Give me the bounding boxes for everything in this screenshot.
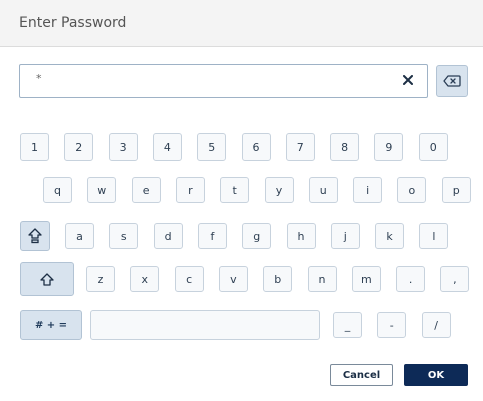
caps-lock-icon [28, 228, 42, 244]
ok-button-label: OK [427, 369, 445, 381]
key-a-7[interactable]: k [375, 223, 405, 249]
key-z-8[interactable]: , [440, 266, 470, 292]
key-q-2[interactable]: e [131, 177, 161, 203]
key-z-2[interactable]: c [174, 266, 204, 292]
key-a-5[interactable]: h [286, 223, 316, 249]
key-numbers-5[interactable]: 6 [241, 133, 271, 161]
key-a-1[interactable]: s [109, 223, 139, 249]
dialog-title: Enter Password [19, 15, 127, 31]
symbols-key-label: # + = [34, 319, 68, 331]
key-z-5[interactable]: n [307, 266, 337, 292]
key-a-4[interactable]: g [242, 223, 272, 249]
key-z-3[interactable]: v [218, 266, 248, 292]
key-z-6[interactable]: m [351, 266, 381, 292]
shift-key[interactable] [20, 262, 74, 296]
key-bottom-2[interactable]: / [421, 312, 451, 338]
backspace-icon [443, 75, 461, 87]
key-bottom-1[interactable]: - [377, 312, 407, 338]
key-bottom-0[interactable]: _ [333, 312, 362, 338]
key-q-3[interactable]: r [175, 177, 205, 203]
key-a-0[interactable]: a [65, 223, 94, 249]
key-q-7[interactable]: i [353, 177, 383, 203]
key-numbers-0[interactable]: 1 [20, 133, 49, 161]
key-numbers-3[interactable]: 4 [152, 133, 182, 161]
key-numbers-1[interactable]: 2 [64, 133, 94, 161]
key-z-0[interactable]: z [86, 266, 115, 292]
key-q-5[interactable]: y [264, 177, 294, 203]
key-q-4[interactable]: t [220, 177, 250, 203]
key-numbers-2[interactable]: 3 [108, 133, 138, 161]
key-q-8[interactable]: o [397, 177, 427, 203]
key-z-7[interactable]: . [396, 266, 426, 292]
backspace-button[interactable] [436, 65, 468, 97]
ok-button[interactable]: OK [404, 364, 468, 386]
key-z-1[interactable]: x [130, 266, 160, 292]
key-a-8[interactable]: l [419, 223, 449, 249]
cancel-button-label: Cancel [342, 369, 381, 381]
clear-input-button[interactable] [398, 70, 418, 90]
password-input[interactable]: * [19, 64, 428, 98]
password-value: * [36, 72, 42, 85]
cancel-button[interactable]: Cancel [330, 364, 393, 386]
key-numbers-8[interactable]: 9 [374, 133, 404, 161]
dialog-header: Enter Password [0, 0, 483, 47]
key-numbers-7[interactable]: 8 [330, 133, 360, 161]
key-z-4[interactable]: b [263, 266, 293, 292]
key-a-6[interactable]: j [330, 223, 360, 249]
key-q-0[interactable]: q [43, 177, 72, 203]
key-a-3[interactable]: f [197, 223, 227, 249]
key-q-1[interactable]: w [87, 177, 117, 203]
key-numbers-6[interactable]: 7 [285, 133, 315, 161]
caps-lock-key[interactable] [20, 221, 50, 251]
key-numbers-4[interactable]: 5 [197, 133, 227, 161]
close-icon [403, 75, 413, 85]
key-q-9[interactable]: p [441, 177, 471, 203]
key-numbers-9[interactable]: 0 [418, 133, 448, 161]
symbols-key[interactable]: # + = [20, 310, 82, 340]
space-key[interactable] [90, 310, 320, 340]
key-q-6[interactable]: u [308, 177, 338, 203]
key-a-2[interactable]: d [153, 223, 183, 249]
shift-icon [40, 272, 54, 286]
